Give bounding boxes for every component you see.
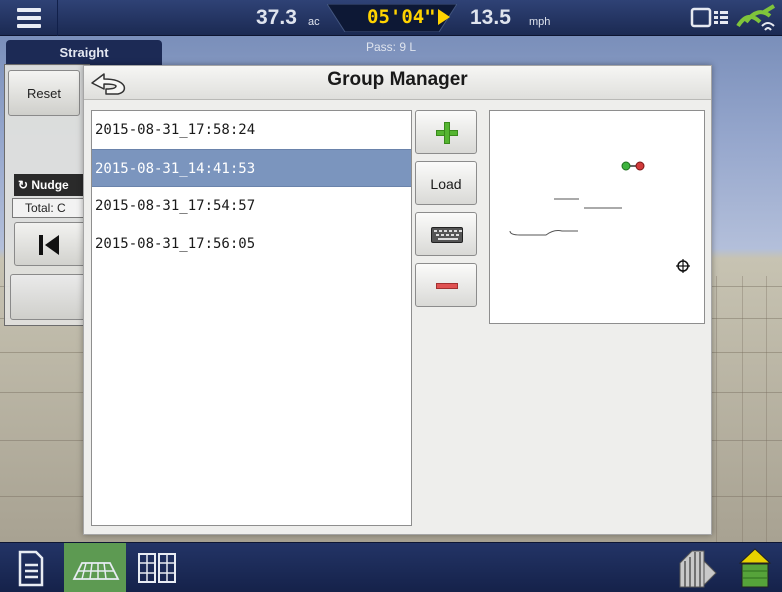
group-list-item[interactable]: 2015-08-31_17:54:57 — [92, 187, 411, 225]
guidance-mode-tab[interactable]: Straight — [6, 40, 162, 66]
group-list-item[interactable]: 2015-08-31_17:56:05 — [92, 225, 411, 263]
dialog-title: Group Manager — [327, 69, 468, 90]
split-view-icon — [138, 553, 176, 583]
load-button[interactable]: Load — [415, 161, 477, 205]
delete-group-button[interactable] — [415, 263, 477, 307]
nudge-icon: ↻ — [18, 178, 32, 192]
skip-back-icon — [39, 235, 43, 255]
bottom-nav-bar — [0, 542, 782, 592]
menu-button[interactable] — [0, 0, 58, 36]
top-status-bar: 37.3 ac 05'04" 13.5 mph — [0, 0, 782, 36]
document-icon — [18, 550, 44, 587]
rename-keyboard-button[interactable] — [415, 212, 477, 256]
group-list-item[interactable]: 2015-08-31_17:58:24 — [92, 111, 411, 149]
display-device-icon[interactable] — [690, 6, 730, 30]
menu-icon — [17, 8, 41, 12]
split-view-button[interactable] — [128, 543, 186, 592]
nudge-label: Nudge — [31, 178, 69, 192]
grain-bin-icon — [738, 548, 772, 588]
area-value: 37.3 — [256, 6, 297, 29]
document-button[interactable] — [0, 543, 62, 592]
nudge-total: Total: C — [12, 198, 90, 218]
group-manager-dialog: Group Manager 2015-08-31_17:58:24 2015-08… — [83, 65, 712, 535]
elapsed-timer: 05'04" — [367, 6, 436, 28]
start-point-icon — [621, 161, 631, 171]
keyboard-icon — [431, 227, 463, 243]
area-unit: ac — [308, 16, 320, 28]
field-map-icon — [72, 562, 120, 580]
vehicle-position-icon — [676, 259, 690, 273]
pass-label: Pass: 9 L — [366, 40, 417, 54]
minus-icon — [436, 283, 458, 289]
gps-signal-icon[interactable] — [736, 4, 778, 34]
guidance-preview — [489, 110, 705, 324]
planter-icon — [679, 550, 717, 588]
reset-button[interactable]: Reset — [8, 70, 80, 116]
field-map-button[interactable] — [64, 543, 126, 592]
back-arrow-icon — [91, 73, 126, 95]
planter-button[interactable] — [670, 543, 724, 592]
nudge-left-button[interactable] — [14, 222, 86, 266]
nudge-reset-button[interactable] — [10, 274, 90, 320]
group-list[interactable]: 2015-08-31_17:58:24 2015-08-31_14:41:53 20… — [91, 110, 412, 526]
group-list-item[interactable]: 2015-08-31_14:41:53 — [92, 149, 411, 187]
grain-bin-button[interactable] — [730, 543, 780, 592]
back-button[interactable] — [86, 70, 136, 100]
dialog-header: Group Manager — [84, 66, 711, 100]
play-icon[interactable] — [438, 9, 450, 25]
add-group-button[interactable] — [415, 110, 477, 154]
speed-value: 13.5 — [470, 6, 511, 29]
nudge-header: ↻ Nudge — [14, 174, 88, 196]
end-point-icon — [635, 161, 645, 171]
speed-unit: mph — [529, 16, 551, 28]
